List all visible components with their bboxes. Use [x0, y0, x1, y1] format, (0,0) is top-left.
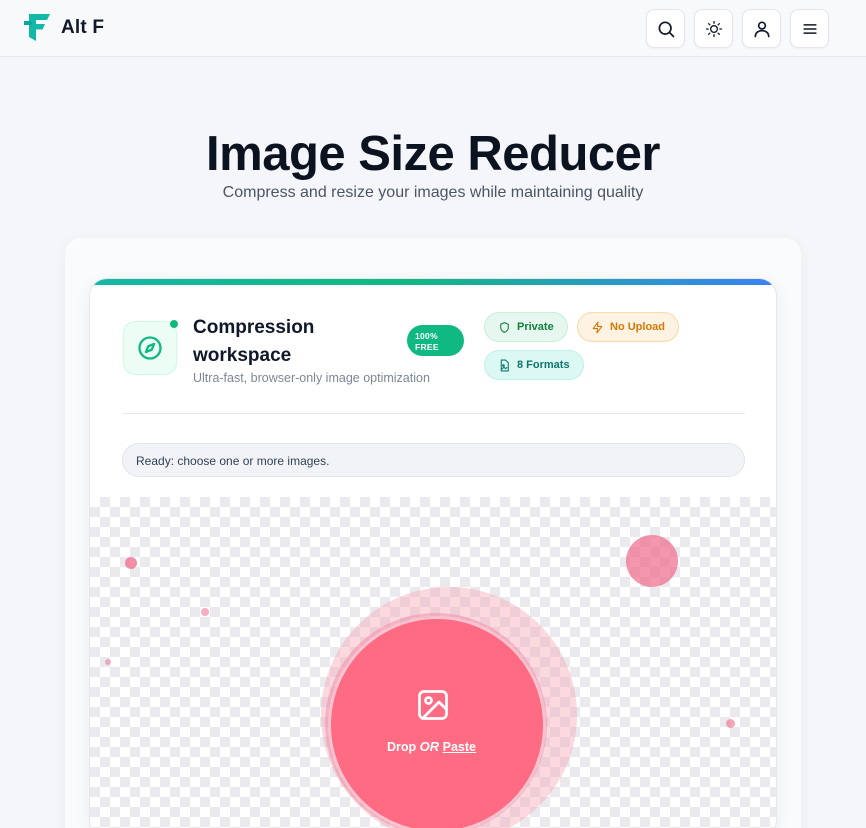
- page-subtitle: Compress and resize your images while ma…: [222, 184, 644, 201]
- theme-toggle-button[interactable]: [694, 9, 733, 48]
- accent-gradient-bar: [90, 279, 776, 285]
- free-badge-percent: 100%: [415, 331, 438, 341]
- private-chip: Private: [484, 312, 568, 342]
- search-icon: [658, 21, 674, 37]
- image-icon: [418, 690, 448, 720]
- drop-text: Drop: [387, 740, 417, 754]
- page-title: Image Size Reducer: [206, 127, 660, 181]
- brand-name: Alt F: [61, 16, 105, 38]
- compression-workspace-card: Compression workspace Ultra-fast, browse…: [89, 278, 777, 828]
- image-file-icon: [500, 359, 509, 371]
- no-upload-chip-label: No Upload: [610, 321, 665, 333]
- compass-icon: [138, 336, 162, 360]
- decorative-bubble: [125, 557, 137, 569]
- decorative-bubble: [726, 719, 735, 728]
- or-text: OR: [419, 739, 440, 754]
- decorative-bubble: [105, 659, 111, 665]
- logo-f-icon: [24, 14, 50, 41]
- divider: [123, 413, 745, 414]
- formats-chip-label: 8 Formats: [517, 359, 570, 371]
- lightning-icon: [592, 321, 603, 333]
- free-badge-label: FREE: [415, 342, 439, 352]
- decorative-bubble: [201, 608, 209, 616]
- user-icon: [754, 21, 769, 37]
- logo[interactable]: Alt F: [24, 11, 104, 44]
- account-button[interactable]: [742, 9, 781, 48]
- status-dot: [170, 320, 178, 328]
- decorative-bubble: [626, 535, 678, 587]
- sun-icon: [705, 20, 722, 37]
- menu-button[interactable]: [790, 9, 829, 48]
- drop-label: Drop OR Paste: [387, 739, 487, 754]
- search-button[interactable]: [646, 9, 685, 48]
- drop-or-paste-button[interactable]: [331, 619, 543, 828]
- private-chip-label: Private: [517, 321, 554, 333]
- no-upload-chip: No Upload: [577, 312, 679, 342]
- menu-icon: [802, 23, 817, 34]
- paste-link[interactable]: Paste: [443, 740, 476, 754]
- image-drop-area[interactable]: Drop OR Paste: [90, 497, 776, 828]
- status-bar: Ready: choose one or more images.: [122, 443, 745, 477]
- workspace-title: Compression workspace: [193, 317, 315, 366]
- workspace-subtitle: Ultra-fast, browser-only image optimizat…: [193, 371, 430, 385]
- top-header: Alt F: [0, 0, 866, 57]
- formats-chip: 8 Formats: [484, 350, 584, 380]
- workspace-icon-box: [123, 321, 177, 375]
- shield-icon: [500, 321, 509, 333]
- free-badge: 100% FREE: [407, 325, 464, 356]
